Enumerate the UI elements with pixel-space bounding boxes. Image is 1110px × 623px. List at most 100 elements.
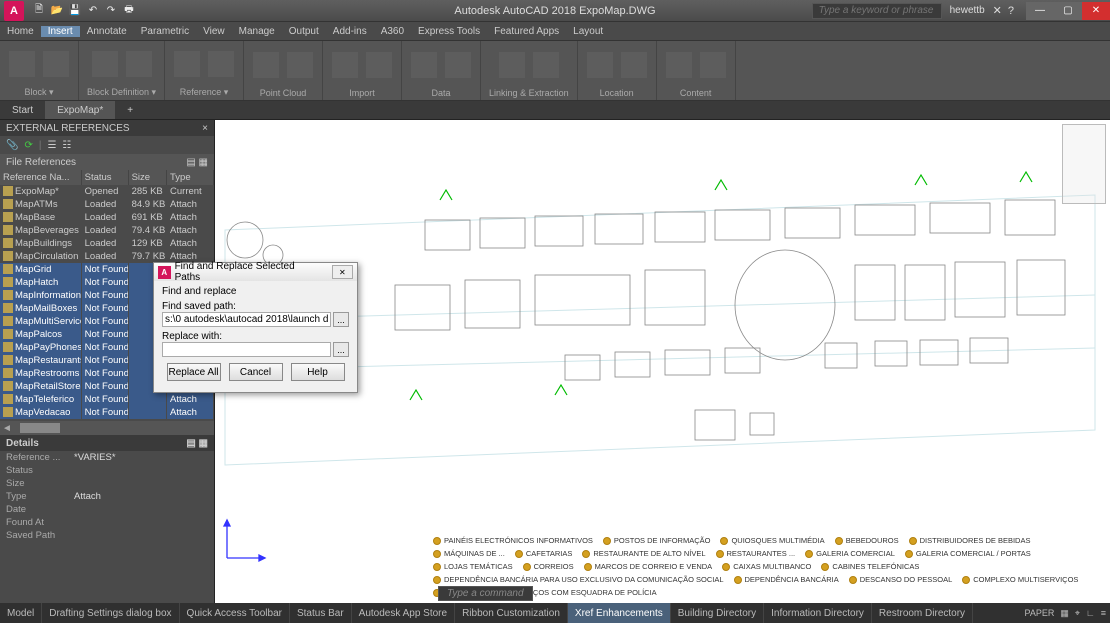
close-button[interactable]: ✕ [1082,2,1110,20]
browse-replace-button[interactable]: ... [333,342,349,357]
detail-row: TypeAttach [0,490,214,503]
menu-add-ins[interactable]: Add-ins [326,26,374,37]
maximize-button[interactable]: ▢ [1054,2,1082,20]
dialog-close-button[interactable]: ✕ [332,265,353,279]
menu-annotate[interactable]: Annotate [80,26,134,37]
xref-row[interactable]: MapATMsLoaded84.9 KBAttach [0,198,214,211]
legend-item: RESTAURANTE DE ALTO NÍVEL [582,549,705,558]
grid-icon[interactable]: ▦ [1060,608,1069,619]
snap-icon[interactable]: ⌖ [1075,608,1080,619]
ribbon-panel-location[interactable]: Location [578,41,657,100]
view-toggle-icon[interactable]: ▤ ▦ [186,157,208,168]
doc-tab[interactable]: ExpoMap* [45,101,115,119]
find-label: Find saved path: [162,301,349,312]
menu-icon[interactable]: ≡ [1101,608,1106,618]
column-header[interactable]: Type [167,170,214,185]
document-tabs: StartExpoMap*+ [0,101,1110,120]
list-view-icon[interactable]: ☰ [47,140,56,151]
column-header[interactable]: Reference Na... [0,170,81,185]
help-icon[interactable]: ? [1008,5,1014,17]
layout-tab[interactable]: Status Bar [290,603,352,623]
menu-parametric[interactable]: Parametric [134,26,196,37]
menu-output[interactable]: Output [282,26,326,37]
xref-row[interactable]: ExpoMap*Opened285 KBCurrent [0,185,214,198]
legend-marker-icon [909,537,917,545]
legend-marker-icon [433,576,441,584]
ribbon-panel-block-definition-[interactable]: Block Definition ▾ [79,41,165,100]
layout-tab[interactable]: Information Directory [764,603,872,623]
open-icon[interactable]: 📂 [50,4,64,18]
replace-all-button[interactable]: Replace All [167,363,221,381]
layout-tab[interactable]: Quick Access Toolbar [180,603,290,623]
new-icon[interactable]: 🗎 [32,4,46,18]
tree-view-icon[interactable]: ☷ [62,140,71,151]
ribbon-panel-content[interactable]: Content [657,41,736,100]
dialog-hint [324,267,332,277]
details-toggle-icon[interactable]: ▤ ▦ [186,438,208,449]
horizontal-scrollbar[interactable]: ◄ [0,421,214,435]
layout-tab[interactable]: Autodesk App Store [352,603,455,623]
menu-insert[interactable]: Insert [41,26,80,37]
xref-row[interactable]: MapVedacaoNot FoundAttach [0,406,214,419]
ribbon-panel-data[interactable]: Data [402,41,481,100]
column-header[interactable]: Status [81,170,128,185]
menu-home[interactable]: Home [0,26,41,37]
ribbon-panel-import[interactable]: Import [323,41,402,100]
layout-tab[interactable]: Xref Enhancements [568,603,671,623]
exchange-icon[interactable]: ✕ [993,4,1002,17]
ribbon-panel-block-[interactable]: Block ▾ [0,41,79,100]
refresh-icon[interactable]: ⟳ [24,140,32,151]
layout-tab[interactable]: Drafting Settings dialog box [42,603,179,623]
detail-row: Size [0,477,214,490]
menu-manage[interactable]: Manage [232,26,282,37]
ribbon-panel-reference-[interactable]: Reference ▾ [165,41,244,100]
palette-title-bar[interactable]: EXTERNAL REFERENCES × [0,120,214,136]
app-logo[interactable]: A [4,1,24,21]
column-header[interactable]: Size [128,170,166,185]
paper-model-toggle[interactable]: PAPER [1024,608,1054,618]
attach-icon[interactable]: 📎 [6,140,18,151]
dialog-titlebar[interactable]: A Find and Replace Selected Paths ✕ [154,263,357,281]
legend-item: GALERIA COMERCIAL [805,549,895,558]
help-search-input[interactable] [812,3,942,19]
ortho-icon[interactable]: ∟ [1086,608,1095,618]
replace-path-input[interactable] [162,342,331,357]
cancel-button[interactable]: Cancel [229,363,283,381]
save-icon[interactable]: 💾 [68,4,82,18]
xref-row[interactable]: MapBaseLoaded691 KBAttach [0,211,214,224]
legend-marker-icon [523,563,531,571]
minimize-button[interactable]: — [1026,2,1054,20]
layout-tab[interactable]: Ribbon Customization [455,603,568,623]
ribbon-panel-linking-extraction[interactable]: Linking & Extraction [481,41,578,100]
help-button[interactable]: Help [291,363,345,381]
doc-tab[interactable]: Start [0,101,45,119]
undo-icon[interactable]: ↶ [86,4,100,18]
menu-layout[interactable]: Layout [566,26,610,37]
menu-a360[interactable]: A360 [374,26,411,37]
legend-item: DISTRIBUIDORES DE BEBIDAS [909,536,1031,545]
legend-item: MÁQUINAS DE ... [433,549,505,558]
layout-tab[interactable]: Building Directory [671,603,764,623]
file-references-header[interactable]: File References ▤ ▦ [0,154,214,170]
legend-item: BEBEDOUROS [835,536,899,545]
print-icon[interactable]: 🖶 [122,4,136,18]
menu-view[interactable]: View [196,26,232,37]
menu-express-tools[interactable]: Express Tools [411,26,487,37]
xref-row[interactable]: MapBeveragesLoaded79.4 KBAttach [0,224,214,237]
command-line[interactable]: Type a command [438,586,533,601]
view-cube[interactable] [1062,124,1106,204]
user-name[interactable]: hewettb [950,5,985,16]
xref-row[interactable]: MapBuildingsLoaded129 KBAttach [0,237,214,250]
find-path-input[interactable] [162,312,331,327]
layout-tab[interactable]: Model [0,603,42,623]
xref-row[interactable]: MapTelefericoNot FoundAttach [0,393,214,406]
details-header[interactable]: Details ▤ ▦ [0,435,214,451]
new-tab-button[interactable]: + [115,101,139,119]
ribbon-panel-point-cloud[interactable]: Point Cloud [244,41,323,100]
redo-icon[interactable]: ↷ [104,4,118,18]
palette-title: EXTERNAL REFERENCES [6,123,130,134]
layout-tab[interactable]: Restroom Directory [872,603,973,623]
browse-find-button[interactable]: ... [333,312,349,327]
menu-featured-apps[interactable]: Featured Apps [487,26,566,37]
palette-close-icon[interactable]: × [202,123,208,134]
